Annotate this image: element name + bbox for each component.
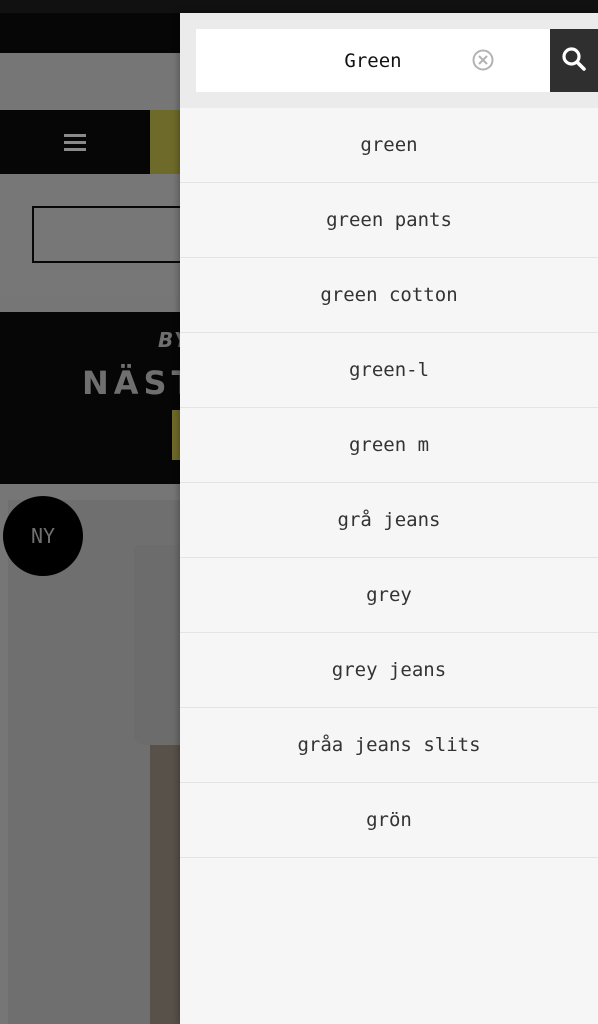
background-search-box[interactable] bbox=[32, 206, 202, 263]
search-field bbox=[196, 29, 550, 92]
suggestion-item[interactable]: green bbox=[180, 108, 598, 183]
suggestion-item[interactable]: gråa jeans slits bbox=[180, 708, 598, 783]
suggestion-list: green green pants green cotton green-l g… bbox=[180, 108, 598, 858]
suggestion-item[interactable]: grå jeans bbox=[180, 483, 598, 558]
nav-accent-tab[interactable] bbox=[150, 110, 180, 174]
search-input[interactable] bbox=[196, 29, 550, 92]
suggestion-item[interactable]: grey bbox=[180, 558, 598, 633]
search-header bbox=[180, 13, 598, 108]
status-bar bbox=[0, 0, 598, 13]
suggestion-item[interactable]: green-l bbox=[180, 333, 598, 408]
search-drawer: green green pants green cotton green-l g… bbox=[180, 13, 598, 1024]
hamburger-icon bbox=[64, 133, 86, 151]
suggestion-item[interactable]: green pants bbox=[180, 183, 598, 258]
menu-button[interactable] bbox=[0, 110, 150, 174]
search-icon bbox=[561, 46, 587, 76]
product-leg bbox=[150, 745, 180, 1024]
search-button[interactable] bbox=[550, 29, 598, 92]
suggestion-item[interactable]: grey jeans bbox=[180, 633, 598, 708]
new-badge: NY bbox=[3, 496, 83, 576]
suggestion-item[interactable]: green cotton bbox=[180, 258, 598, 333]
product-shorts bbox=[134, 545, 180, 745]
suggestion-item[interactable]: green m bbox=[180, 408, 598, 483]
suggestion-item[interactable]: grön bbox=[180, 783, 598, 858]
close-circle-icon[interactable] bbox=[472, 49, 494, 71]
